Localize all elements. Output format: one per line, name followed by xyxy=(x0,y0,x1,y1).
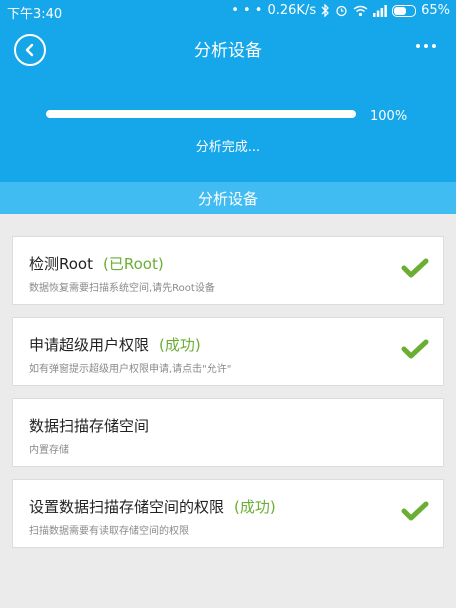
signal-icon xyxy=(373,4,387,17)
task-title: 检测Root xyxy=(29,255,93,273)
status-bar: 下午3:40 • • • 0.26K/s 65% xyxy=(0,0,456,22)
section-header: 分析设备 xyxy=(0,182,456,214)
task-item: 数据扫描存储空间内置存储 xyxy=(12,398,444,467)
status-dots: • • • xyxy=(231,3,263,18)
progress-fill xyxy=(48,112,354,116)
status-time: 下午3:40 xyxy=(7,7,63,22)
page-title: 分析设备 xyxy=(194,41,262,61)
task-title-line: 检测Root (已Root) xyxy=(29,253,164,274)
check-icon xyxy=(401,501,429,521)
bluetooth-icon xyxy=(321,4,330,17)
check-icon xyxy=(401,339,429,359)
check-icon xyxy=(401,258,429,278)
task-title-line: 设置数据扫描存储空间的权限 (成功) xyxy=(29,496,276,517)
header: 分析设备 100% 分析完成... xyxy=(0,22,456,182)
task-description: 数据恢复需要扫描系统空间,请先Root设备 xyxy=(29,283,215,294)
task-status: (成功) xyxy=(159,336,201,354)
task-status: (已Root) xyxy=(103,255,164,273)
task-title: 数据扫描存储空间 xyxy=(29,417,150,435)
progress-bar xyxy=(46,110,356,118)
wifi-icon xyxy=(353,5,368,16)
more-dot xyxy=(424,44,428,48)
task-item: 检测Root (已Root) 数据恢复需要扫描系统空间,请先Root设备 xyxy=(12,236,444,305)
task-title-line: 数据扫描存储空间 xyxy=(29,415,149,436)
alarm-icon xyxy=(336,5,347,17)
task-item: 申请超级用户权限 (成功) 如有弹窗提示超级用户权限申请,请点击"允许" xyxy=(12,317,444,386)
more-button[interactable] xyxy=(416,36,440,56)
task-status: (成功) xyxy=(234,498,276,516)
task-title: 申请超级用户权限 xyxy=(29,336,150,354)
task-item: 设置数据扫描存储空间的权限 (成功) 扫描数据需要有读取存储空间的权限 xyxy=(12,479,444,548)
progress-status: 分析完成... xyxy=(195,140,261,155)
more-dots-icon xyxy=(416,44,420,48)
network-speed: 0.26K/s xyxy=(267,3,317,18)
status-icons: • • • 0.26K/s 65% xyxy=(231,3,450,18)
battery-icon xyxy=(392,4,417,17)
task-description: 如有弹窗提示超级用户权限申请,请点击"允许" xyxy=(29,364,232,375)
task-description: 扫描数据需要有读取存储空间的权限 xyxy=(29,526,189,537)
more-dot xyxy=(432,44,436,48)
battery-level: 65% xyxy=(421,3,450,18)
section-title: 分析设备 xyxy=(197,189,258,208)
task-title: 设置数据扫描存储空间的权限 xyxy=(29,498,225,516)
progress-percent: 100% xyxy=(370,109,408,124)
task-description: 内置存储 xyxy=(29,445,69,456)
task-title-line: 申请超级用户权限 (成功) xyxy=(29,334,201,355)
